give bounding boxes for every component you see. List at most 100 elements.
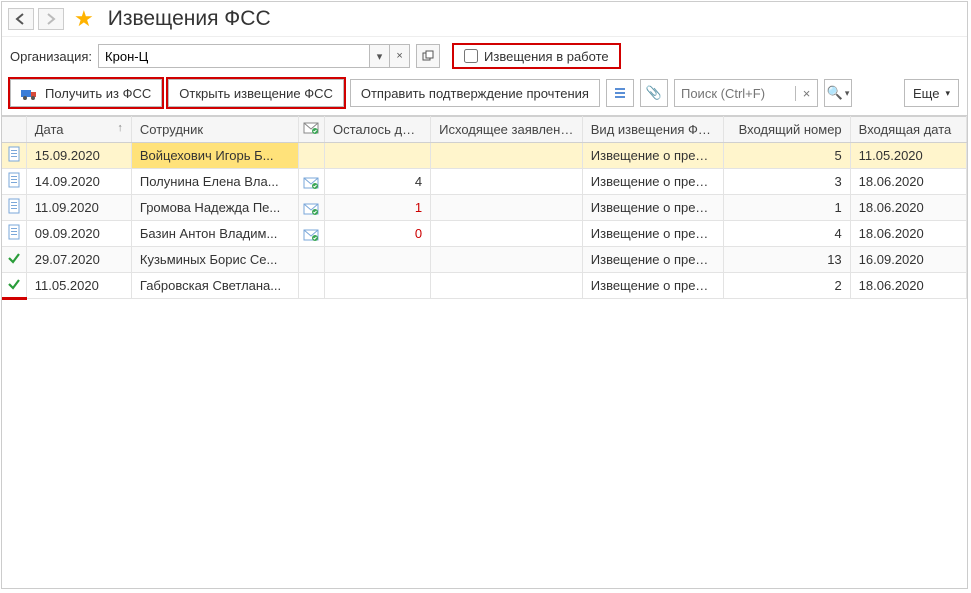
cell-in-num: 13	[724, 247, 850, 273]
cell-type: Извещение о предст...	[582, 143, 724, 169]
cell-envelope-icon	[298, 169, 324, 195]
chevron-down-icon: ▾	[945, 88, 950, 99]
table-row[interactable]: 14.09.2020Полунина Елена Вла... 4 Извещени…	[2, 169, 967, 195]
cell-days-left: 1	[324, 195, 430, 221]
send-confirm-button[interactable]: Отправить подтверждение прочтения	[350, 79, 600, 107]
col-envelope[interactable]	[298, 117, 324, 143]
search-input[interactable]	[675, 86, 795, 101]
row-status-icon	[2, 143, 26, 169]
cell-employee: Войцехович Игорь Б...	[131, 143, 298, 169]
organization-combo[interactable]: ▾ ×	[98, 44, 410, 68]
cell-envelope-icon	[298, 195, 324, 221]
table-row[interactable]: 09.09.2020Базин Антон Владим... 0 Извещени…	[2, 221, 967, 247]
cell-outgoing	[431, 195, 583, 221]
cell-employee: Базин Антон Владим...	[131, 221, 298, 247]
table-row[interactable]: 11.05.2020Габровская Светлана...Извещени…	[2, 273, 967, 299]
open-notice-label: Открыть извещение ФСС	[179, 86, 333, 101]
truck-icon	[21, 85, 39, 101]
list-icon	[613, 86, 627, 100]
more-label: Еще	[913, 86, 939, 101]
cell-days-left	[324, 143, 430, 169]
envelope-header-icon	[303, 122, 319, 134]
cell-days-left: 4	[324, 169, 430, 195]
cell-outgoing	[431, 221, 583, 247]
cell-in-num: 3	[724, 169, 850, 195]
nav-back-button[interactable]	[8, 8, 34, 30]
col-status-icon[interactable]	[2, 117, 26, 143]
row-status-icon	[2, 169, 26, 195]
notices-table[interactable]: Дата ↑ Сотрудник Осталось дней Исходящее…	[2, 116, 967, 300]
col-in-num[interactable]: Входящий номер	[724, 117, 850, 143]
col-in-date[interactable]: Входящая дата	[850, 117, 966, 143]
organization-clear-icon[interactable]: ×	[389, 45, 409, 67]
cell-envelope-icon	[298, 221, 324, 247]
nav-forward-button[interactable]	[38, 8, 64, 30]
cell-employee: Габровская Светлана...	[131, 273, 298, 299]
cell-outgoing	[431, 169, 583, 195]
in-progress-filter[interactable]: Извещения в работе	[452, 43, 621, 69]
cell-in-num: 4	[724, 221, 850, 247]
cell-outgoing	[431, 273, 583, 299]
cell-type: Извещение о предст...	[582, 169, 724, 195]
chevron-down-icon: ▾	[845, 88, 850, 99]
cell-envelope-icon	[298, 247, 324, 273]
cell-days-left: 0	[324, 221, 430, 247]
row-status-icon	[2, 273, 26, 299]
page-title: Извещения ФСС	[108, 7, 271, 31]
cell-type: Извещение о предст...	[582, 221, 724, 247]
cell-in-date: 11.05.2020	[850, 143, 966, 169]
cell-envelope-icon	[298, 273, 324, 299]
organization-label: Организация:	[10, 49, 92, 64]
cell-date: 11.05.2020	[26, 273, 131, 299]
cell-date: 15.09.2020	[26, 143, 131, 169]
get-from-fss-label: Получить из ФСС	[45, 86, 151, 101]
cell-date: 14.09.2020	[26, 169, 131, 195]
search-box[interactable]: ×	[674, 79, 818, 107]
attachment-button[interactable]: 📎	[640, 79, 668, 107]
cell-employee: Полунина Елена Вла...	[131, 169, 298, 195]
col-days-left[interactable]: Осталось дней	[324, 117, 430, 143]
more-menu-button[interactable]: Еще ▾	[904, 79, 959, 107]
row-status-icon	[2, 221, 26, 247]
cell-in-date: 18.06.2020	[850, 221, 966, 247]
cell-days-left	[324, 273, 430, 299]
cell-outgoing	[431, 247, 583, 273]
open-notice-button[interactable]: Открыть извещение ФСС	[168, 79, 344, 107]
cell-in-date: 18.06.2020	[850, 273, 966, 299]
row-status-icon	[2, 195, 26, 221]
cell-employee: Кузьминых Борис Се...	[131, 247, 298, 273]
cell-date: 11.09.2020	[26, 195, 131, 221]
favorite-star-icon[interactable]: ★	[74, 6, 94, 32]
organization-input[interactable]	[99, 45, 369, 67]
cell-in-date: 18.06.2020	[850, 169, 966, 195]
send-confirm-label: Отправить подтверждение прочтения	[361, 86, 589, 101]
cell-envelope-icon	[298, 143, 324, 169]
col-employee[interactable]: Сотрудник	[131, 117, 298, 143]
magnify-icon: 🔍	[827, 85, 843, 101]
get-from-fss-button[interactable]: Получить из ФСС	[10, 79, 162, 107]
cell-outgoing	[431, 143, 583, 169]
organization-open-button[interactable]	[416, 44, 440, 68]
table-header-row: Дата ↑ Сотрудник Осталось дней Исходящее…	[2, 117, 967, 143]
cell-date: 09.09.2020	[26, 221, 131, 247]
col-type[interactable]: Вид извещения ФСС	[582, 117, 724, 143]
in-progress-checkbox[interactable]	[464, 49, 478, 63]
advanced-search-button[interactable]: 🔍 ▾	[824, 79, 852, 107]
in-progress-label: Извещения в работе	[484, 49, 609, 64]
table-row[interactable]: 15.09.2020Войцехович Игорь Б... Извещение…	[2, 143, 967, 169]
col-date[interactable]: Дата ↑	[26, 117, 131, 143]
table-row[interactable]: 29.07.2020Кузьминых Борис Се...Извещение…	[2, 247, 967, 273]
cell-in-num: 2	[724, 273, 850, 299]
paperclip-icon: 📎	[646, 85, 662, 101]
cell-days-left	[324, 247, 430, 273]
list-view-button[interactable]	[606, 79, 634, 107]
col-outgoing[interactable]: Исходящее заявление	[431, 117, 583, 143]
organization-dropdown-icon[interactable]: ▾	[369, 45, 389, 67]
table-row[interactable]: 11.09.2020Громова Надежда Пе...1Извещени…	[2, 195, 967, 221]
cell-in-date: 18.06.2020	[850, 195, 966, 221]
cell-in-num: 1	[724, 195, 850, 221]
search-clear-icon[interactable]: ×	[795, 86, 817, 101]
cell-in-num: 5	[724, 143, 850, 169]
cell-employee: Громова Надежда Пе...	[131, 195, 298, 221]
sort-asc-icon: ↑	[117, 122, 123, 134]
